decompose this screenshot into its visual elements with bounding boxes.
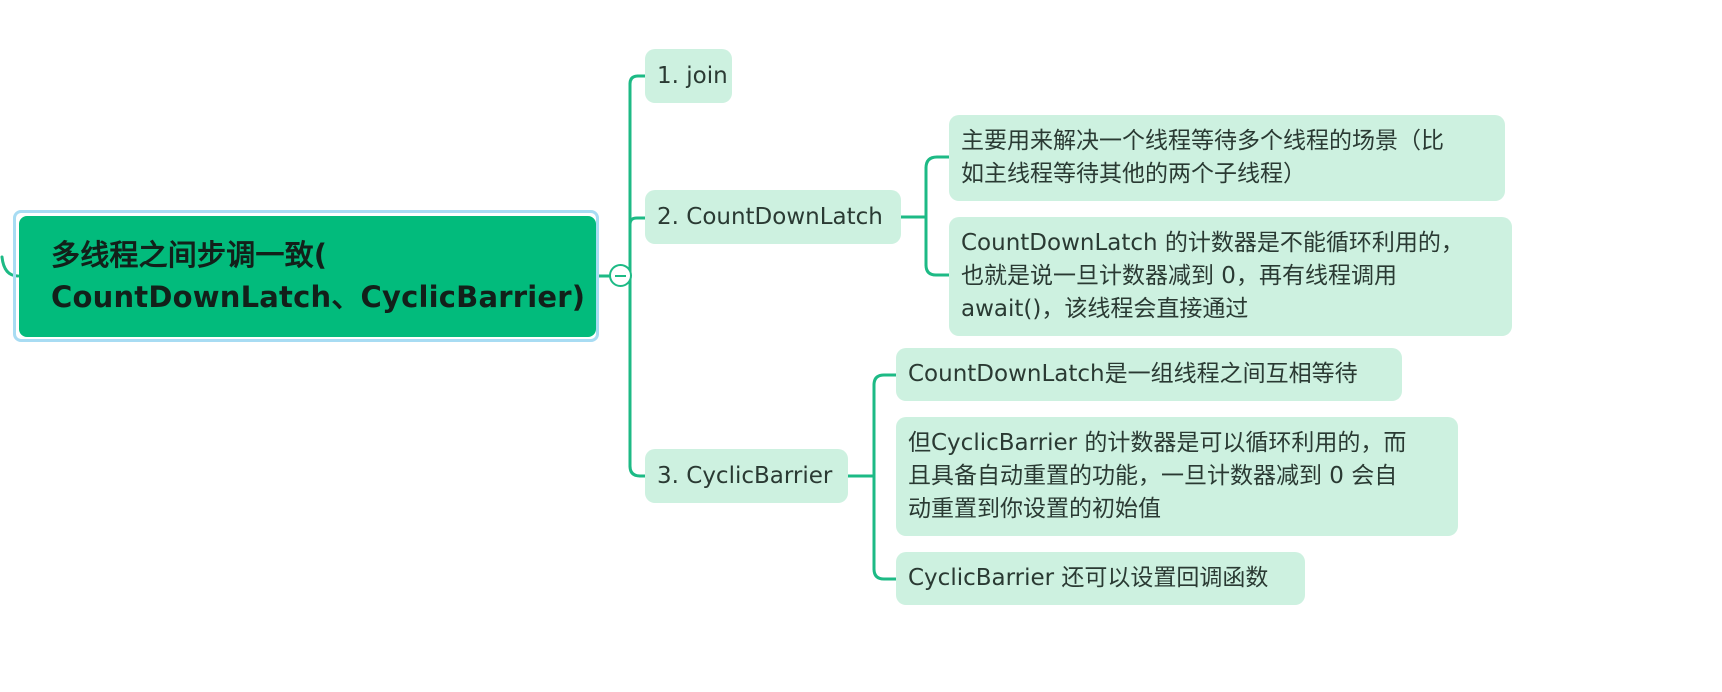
topic-join-label: 1. join bbox=[657, 62, 728, 89]
subtopic-line: CountDownLatch是一组线程之间互相等待 bbox=[908, 361, 1358, 387]
subtopic-line: 动重置到你设置的初始值 bbox=[908, 496, 1161, 522]
subtopic-line: CyclicBarrier 还可以设置回调函数 bbox=[908, 565, 1269, 591]
topic-cyclicbarrier[interactable]: 3. CyclicBarrier bbox=[645, 449, 848, 503]
branch-trunk bbox=[628, 74, 640, 86]
subtopic-line: 但CyclicBarrier 的计数器是可以循环利用的，而 bbox=[908, 430, 1407, 456]
subtopic-cyclicbarrier-callback[interactable]: CyclicBarrier 还可以设置回调函数 bbox=[896, 552, 1305, 605]
subtopic-line: 主要用来解决一个线程等待多个线程的场景（比 bbox=[961, 128, 1444, 154]
branch-connector-2 bbox=[628, 216, 647, 226]
subtopic-countdownlatch-not-reusable[interactable]: CountDownLatch 的计数器是不能循环利用的， 也就是说一旦计数器减到… bbox=[949, 217, 1512, 336]
subtopic-line: CountDownLatch 的计数器是不能循环利用的， bbox=[961, 230, 1464, 256]
subtopic-countdownlatch-purpose[interactable]: 主要用来解决一个线程等待多个线程的场景（比 如主线程等待其他的两个子线程） bbox=[949, 115, 1505, 201]
subtopic-line: 也就是说一旦计数器减到 0，再有线程调用 bbox=[961, 263, 1397, 289]
root-topic[interactable]: 多线程之间步调一致( CountDownLatch、CyclicBarrier) bbox=[19, 216, 596, 337]
subtopic-cyclicbarrier-mutual-wait[interactable]: CountDownLatch是一组线程之间互相等待 bbox=[896, 348, 1402, 401]
subtopic-line: 如主线程等待其他的两个子线程） bbox=[961, 161, 1306, 187]
minus-circle-icon[interactable] bbox=[609, 264, 632, 287]
topic-join[interactable]: 1. join bbox=[645, 49, 732, 103]
topic-countdownlatch[interactable]: 2. CountDownLatch bbox=[645, 190, 901, 244]
subtopic-line: await()，该线程会直接通过 bbox=[961, 296, 1249, 322]
subtopic-cyclicbarrier-reusable[interactable]: 但CyclicBarrier 的计数器是可以循环利用的，而 且具备自动重置的功能… bbox=[896, 417, 1458, 536]
topic-countdownlatch-label: 2. CountDownLatch bbox=[657, 203, 883, 230]
topic-cyclicbarrier-label: 3. CyclicBarrier bbox=[657, 462, 833, 489]
root-topic-line-1: 多线程之间步调一致( bbox=[51, 238, 328, 272]
root-topic-line-2: CountDownLatch、CyclicBarrier) bbox=[51, 280, 586, 314]
connector-lines bbox=[0, 74, 951, 581]
subtopic-line: 且具备自动重置的功能，一旦计数器减到 0 会自 bbox=[908, 463, 1398, 489]
